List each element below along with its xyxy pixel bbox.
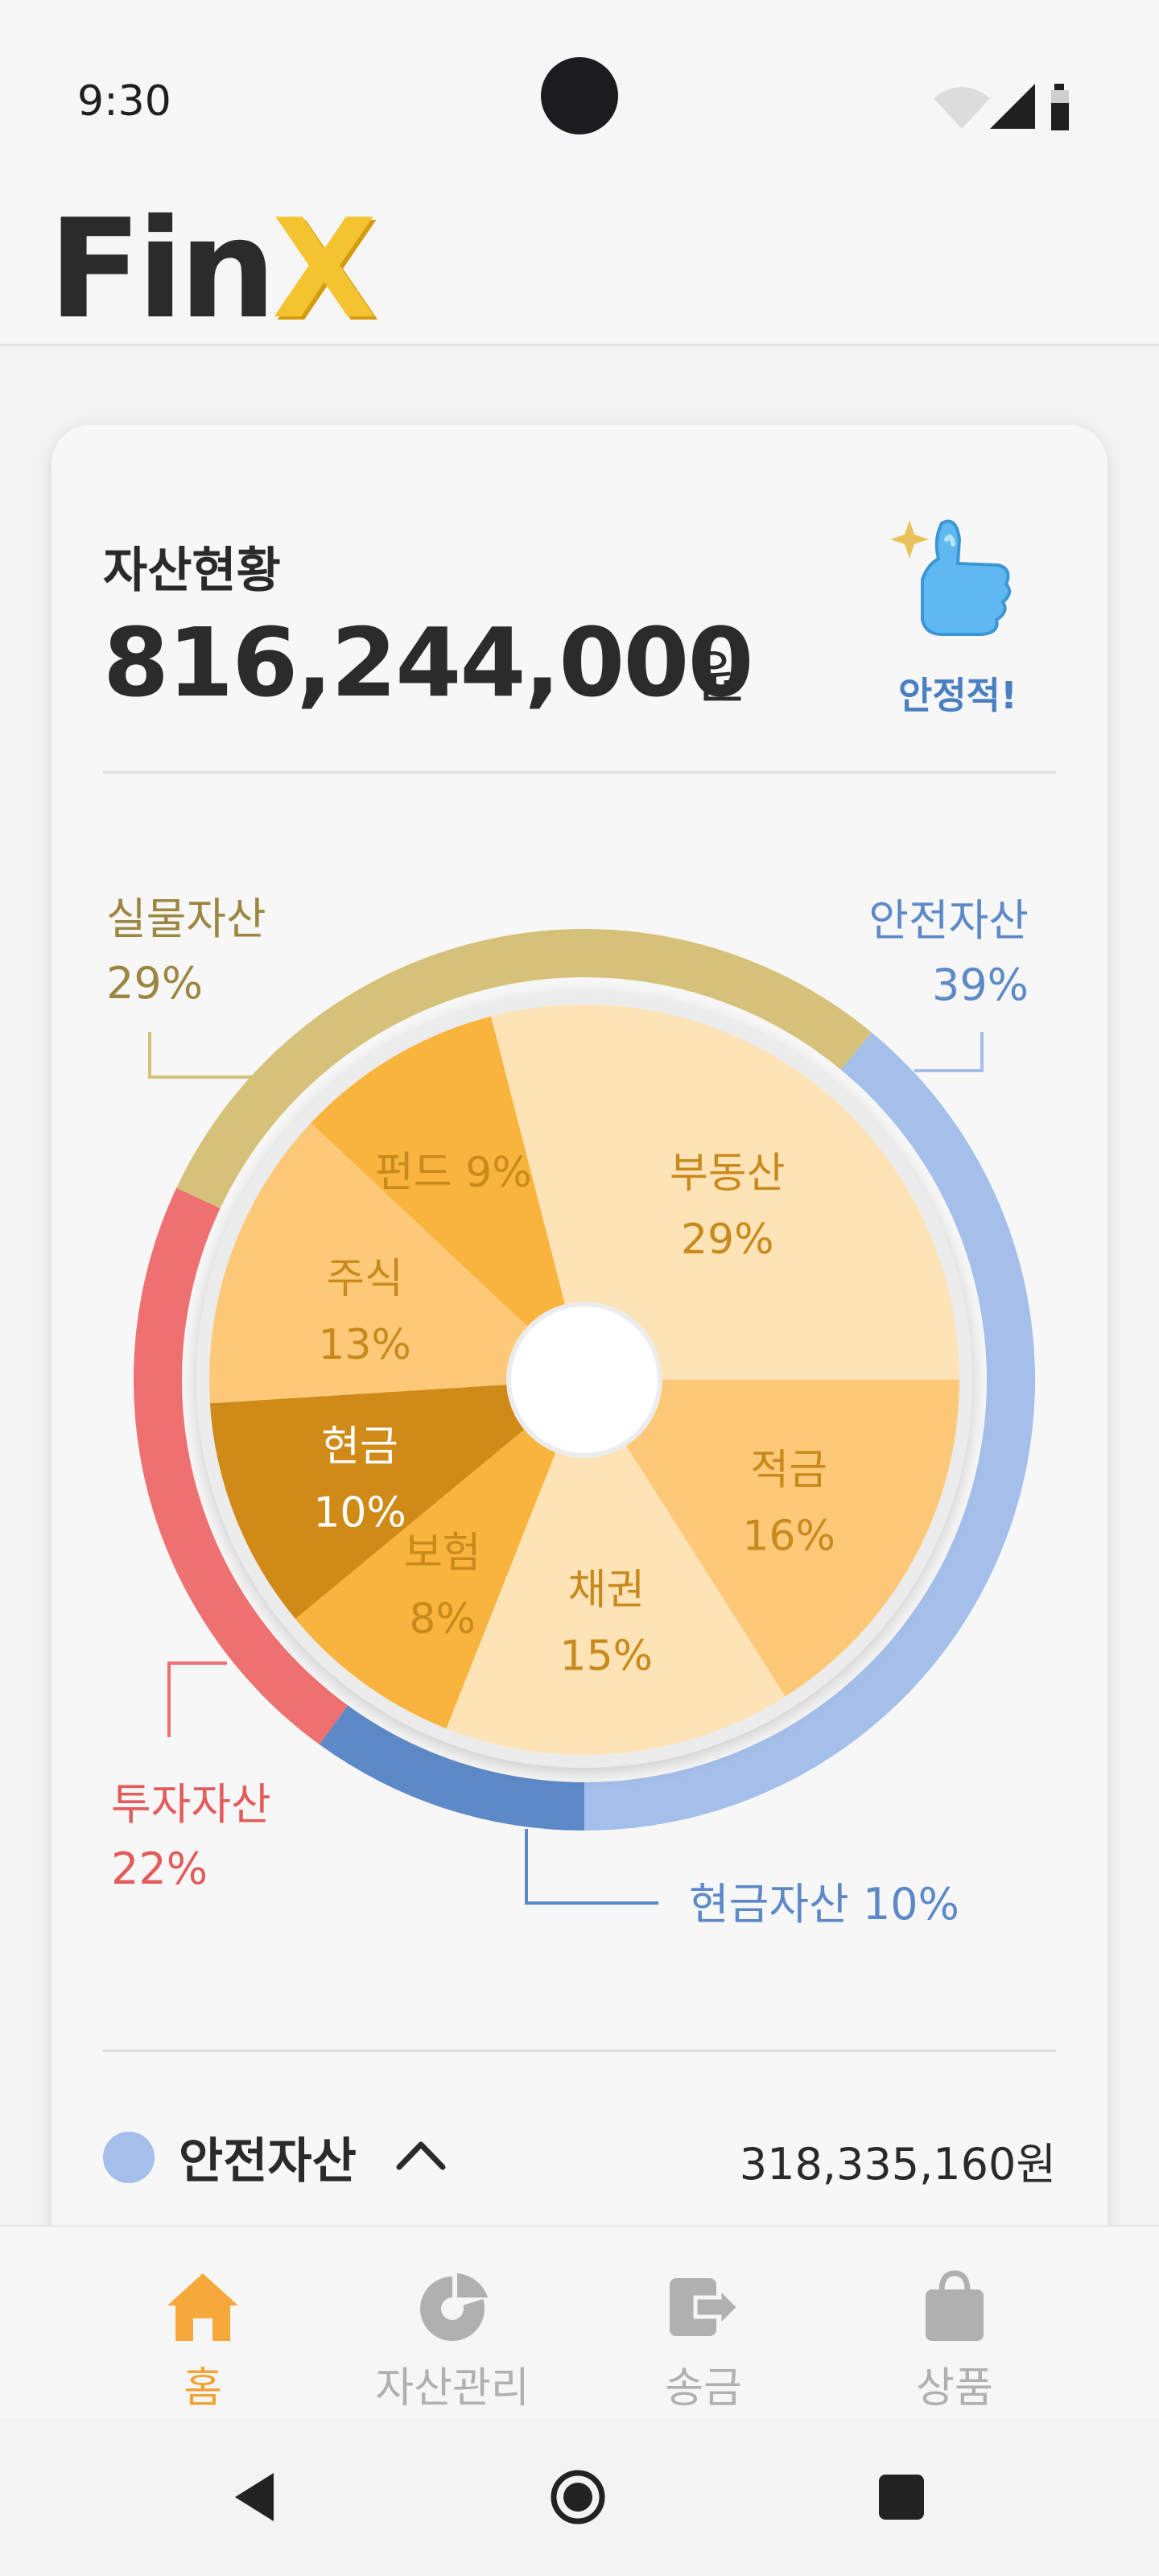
- nav-item-products[interactable]: 상품: [850, 2251, 1059, 2413]
- sparkle-icon: [890, 520, 929, 559]
- category-color-dot: [103, 2132, 155, 2183]
- nav-label-asset-management: 자산관리: [375, 2364, 530, 2413]
- slice-percent-4: 13%: [318, 1321, 411, 1369]
- category-label-2: 투자자산: [111, 1779, 271, 1830]
- category-percent-2: 22%: [111, 1843, 208, 1894]
- currency-unit: 원: [694, 643, 748, 711]
- transfer-icon: [670, 2278, 742, 2336]
- status-badge: 안정적!: [898, 674, 1017, 717]
- signal-icon: [990, 84, 1035, 129]
- slice-name-6: 부동산: [670, 1150, 786, 1198]
- battery-icon: [1051, 84, 1069, 130]
- divider: [103, 2050, 1056, 2052]
- category-percent-0: 39%: [932, 960, 1029, 1010]
- nav-item-home[interactable]: 홈: [98, 2251, 307, 2413]
- recents-icon[interactable]: [869, 2465, 934, 2529]
- slice-name-0: 적금: [750, 1447, 827, 1495]
- category-label-3: 실물자산: [106, 894, 266, 944]
- leader-line-1: [525, 1829, 658, 1905]
- nav-label-products: 상품: [916, 2364, 993, 2413]
- front-camera: [541, 57, 618, 134]
- finx-logo[interactable]: FinX: [48, 201, 377, 338]
- slice-name-3: 현금: [321, 1422, 398, 1471]
- slice-percent-3: 10%: [313, 1488, 406, 1537]
- leader-line-0: [914, 1032, 984, 1072]
- system-nav-bar: [0, 2418, 1159, 2576]
- slice-name-2: 보험: [404, 1530, 481, 1578]
- asset-allocation-chart: 적금 16% 채권 15% 보험 8% 현금 10% 주식 13% 펀드 9% 부동산 29% 안전자산…: [106, 894, 1035, 1930]
- back-icon[interactable]: [224, 2465, 288, 2529]
- leader-line-2: [167, 1662, 227, 1737]
- total-asset-amount: 816,244,000: [103, 607, 754, 718]
- nav-label-transfer: 송금: [665, 2364, 742, 2413]
- slice-label-5: 펀드 9%: [375, 1149, 532, 1197]
- nav-label-home: 홈: [184, 2364, 222, 2413]
- nav-item-asset-management[interactable]: 자산관리: [348, 2251, 557, 2413]
- status-time: 9:30: [77, 77, 171, 126]
- slice-percent-2: 8%: [409, 1596, 476, 1644]
- home-circle-icon[interactable]: [546, 2465, 610, 2529]
- slice-name-4: 주식: [326, 1255, 403, 1303]
- category-amount: 318,335,160원: [739, 2139, 1056, 2190]
- summary-title: 자산현황: [103, 543, 281, 599]
- logo-accent: X: [271, 190, 377, 349]
- wifi-icon: [934, 87, 990, 129]
- category-percent-3: 29%: [106, 958, 203, 1009]
- divider: [103, 771, 1056, 774]
- app-header: FinX: [0, 185, 1159, 346]
- home-icon: [167, 2273, 238, 2341]
- leader-line-3: [148, 1032, 259, 1079]
- status-icons: [934, 84, 1069, 130]
- chevron-up-icon[interactable]: [393, 2130, 449, 2178]
- pie-center-hole: [506, 1302, 662, 1458]
- category-name: 안전자산: [179, 2133, 357, 2190]
- slice-percent-1: 15%: [560, 1633, 654, 1681]
- slice-name-1: 채권: [567, 1567, 645, 1615]
- category-label-0: 안전자산: [868, 895, 1029, 946]
- nav-item-transfer[interactable]: 송금: [599, 2251, 808, 2413]
- slice-percent-0: 16%: [742, 1513, 835, 1561]
- bottom-nav: 홈 자산관리 송금 상품: [0, 2225, 1159, 2418]
- category-row-safe-assets[interactable]: 안전자산 318,335,160원: [103, 2109, 1056, 2198]
- logo-main: Fin: [48, 190, 276, 349]
- thumbs-up-icon: [890, 519, 1012, 636]
- slice-percent-6: 29%: [681, 1216, 774, 1264]
- status-bar: 9:30: [0, 0, 1159, 185]
- shopping-bag-icon: [926, 2270, 984, 2341]
- pie-chart-icon: [420, 2273, 488, 2341]
- category-label-1: 현금자산 10%: [689, 1879, 959, 1930]
